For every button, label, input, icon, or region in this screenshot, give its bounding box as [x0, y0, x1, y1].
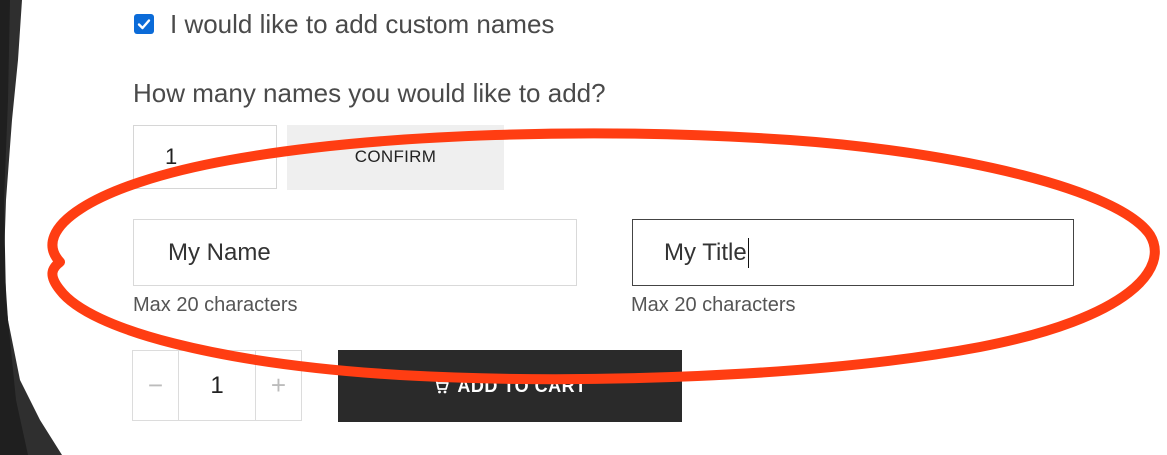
add-to-cart-button[interactable]: ADD TO CART [338, 350, 682, 422]
confirm-button[interactable]: CONFIRM [287, 125, 504, 190]
custom-names-checkbox-row[interactable]: I would like to add custom names [134, 6, 554, 42]
names-count-value: 1 [165, 144, 178, 169]
quantity-decrease-button[interactable]: − [133, 351, 178, 420]
custom-name-value: My Name [168, 238, 271, 266]
add-to-cart-label: ADD TO CART [457, 375, 587, 396]
cart-icon [433, 379, 450, 394]
checkmark-icon [137, 19, 151, 30]
names-count-input[interactable]: 1 [133, 125, 277, 189]
name-field-hint: Max 20 characters [133, 294, 298, 316]
names-count-question: How many names you would like to add? [133, 78, 606, 108]
quantity-increase-button[interactable]: + [256, 351, 301, 420]
quantity-value[interactable]: 1 [178, 351, 256, 420]
product-photo-edge [0, 0, 62, 455]
quantity-stepper[interactable]: − 1 + [132, 350, 302, 421]
title-field-hint: Max 20 characters [631, 294, 796, 316]
custom-names-checkbox[interactable] [134, 14, 154, 34]
text-caret [747, 237, 750, 268]
custom-title-field[interactable]: My Title [632, 219, 1074, 286]
custom-name-field[interactable]: My Name [133, 219, 577, 286]
custom-names-label: I would like to add custom names [170, 8, 555, 39]
custom-title-value: My Title [664, 238, 747, 266]
